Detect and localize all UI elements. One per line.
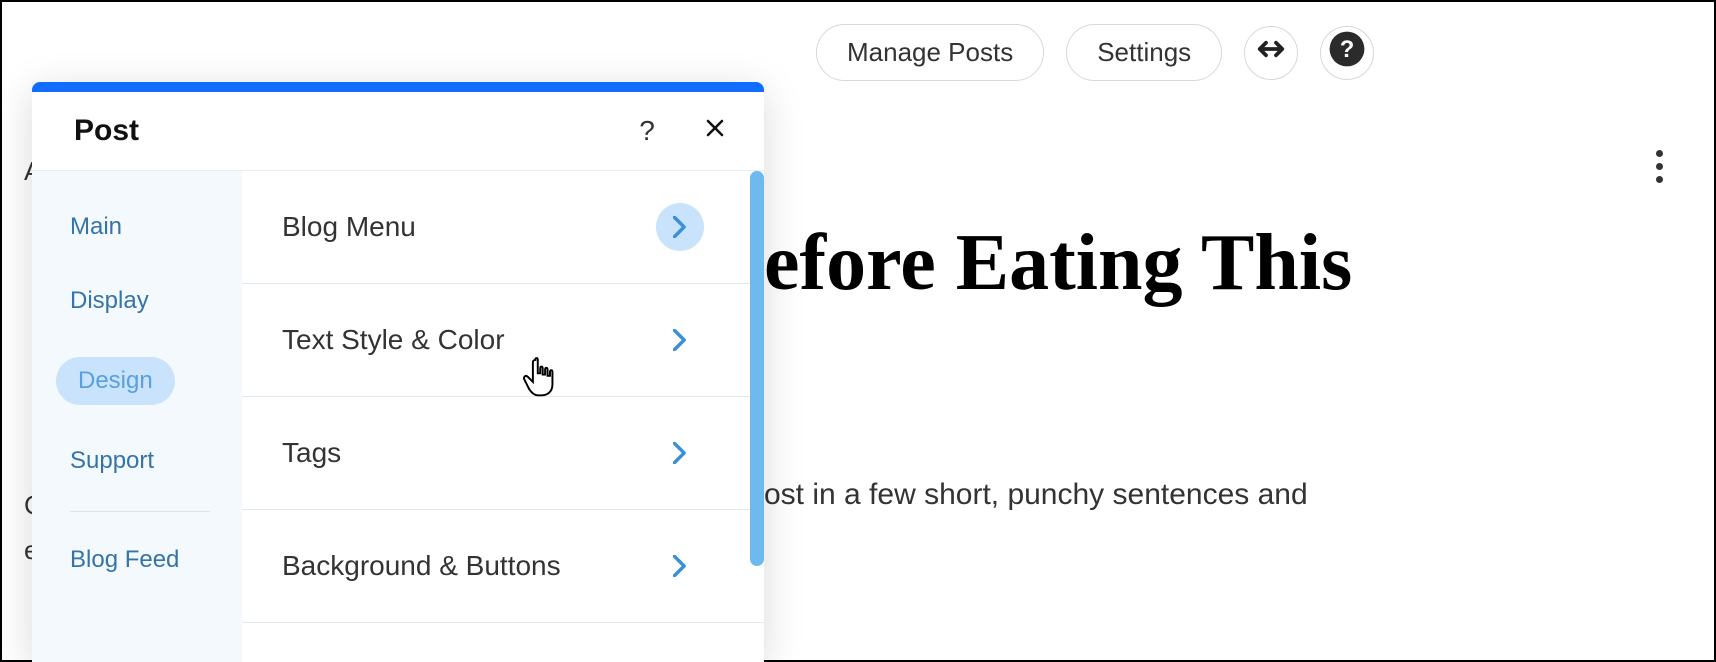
- panel-body: Main Display Design Support Blog Feed Bl…: [32, 171, 764, 662]
- chevron-right-icon: [656, 203, 704, 251]
- question-mark-icon: ?: [639, 115, 655, 147]
- svg-text:?: ?: [1340, 36, 1355, 63]
- nav-item-design[interactable]: Design: [56, 357, 175, 405]
- panel-title: Post: [74, 114, 139, 148]
- design-row-text-style-color[interactable]: Text Style & Color: [242, 284, 764, 397]
- panel-content: Blog Menu Text Style & Color Tags Backgr…: [242, 171, 764, 662]
- kebab-dot-icon: [1656, 176, 1663, 183]
- nav-divider: [70, 511, 210, 512]
- design-row-background-buttons[interactable]: Background & Buttons: [242, 510, 764, 623]
- kebab-dot-icon: [1656, 163, 1663, 170]
- chevron-right-icon: [656, 429, 704, 477]
- nav-item-blog-feed[interactable]: Blog Feed: [56, 542, 193, 578]
- more-options-button[interactable]: [1644, 146, 1674, 186]
- stretch-button[interactable]: [1244, 26, 1298, 80]
- top-toolbar: Manage Posts Settings ?: [816, 24, 1374, 81]
- horizontal-arrows-icon: [1256, 34, 1286, 71]
- nav-item-display[interactable]: Display: [56, 283, 163, 319]
- help-circle-icon: ?: [1328, 30, 1366, 75]
- close-icon: [703, 115, 727, 147]
- panel-accent-bar: [32, 82, 764, 92]
- pointer-cursor-icon: [519, 355, 559, 404]
- row-label: Blog Menu: [282, 211, 416, 243]
- row-label: Tags: [282, 437, 341, 469]
- help-button[interactable]: ?: [1320, 26, 1374, 80]
- chevron-right-icon: [656, 316, 704, 364]
- kebab-dot-icon: [1656, 150, 1663, 157]
- post-title-partial: efore Eating This: [764, 218, 1352, 309]
- panel-help-button[interactable]: ?: [632, 116, 662, 146]
- row-label: Text Style & Color: [282, 324, 505, 356]
- panel-nav: Main Display Design Support Blog Feed: [32, 171, 242, 662]
- manage-posts-button[interactable]: Manage Posts: [816, 24, 1044, 81]
- post-body-partial: ost in a few short, punchy sentences and: [764, 472, 1308, 519]
- design-row-tags[interactable]: Tags: [242, 397, 764, 510]
- nav-item-main[interactable]: Main: [56, 209, 136, 245]
- nav-item-support[interactable]: Support: [56, 443, 168, 479]
- post-settings-panel: Post ? Main Display Design Support Blog …: [32, 82, 764, 662]
- settings-button[interactable]: Settings: [1066, 24, 1222, 81]
- panel-close-button[interactable]: [700, 116, 730, 146]
- panel-header-actions: ?: [632, 116, 730, 146]
- row-label: Background & Buttons: [282, 550, 561, 582]
- chevron-right-icon: [656, 542, 704, 590]
- panel-scrollbar[interactable]: [750, 171, 764, 566]
- design-row-blog-menu[interactable]: Blog Menu: [242, 171, 764, 284]
- panel-header: Post ?: [32, 92, 764, 171]
